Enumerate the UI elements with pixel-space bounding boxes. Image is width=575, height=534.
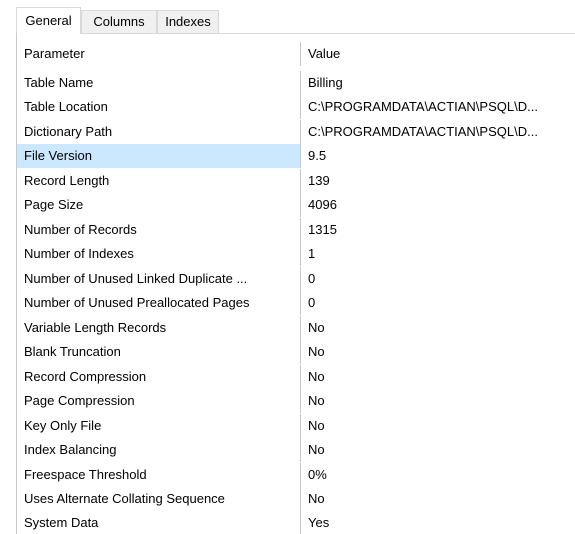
value-cell: 1315 [308,222,337,237]
value-cell: C:\PROGRAMDATA\ACTIAN\PSQL\D... [308,99,538,114]
tab-columns[interactable]: Columns [81,10,157,34]
column-header-parameter[interactable]: Parameter [17,42,301,66]
value-cell: No [308,344,325,359]
value-cell: 0 [308,295,316,310]
table-row[interactable]: Page Size 4096 [17,193,575,217]
parameter-cell: Number of Indexes [17,242,301,266]
value-cell: Yes [308,515,330,530]
value-cell: 4096 [308,197,337,212]
parameter-cell: Number of Unused Preallocated Pages [17,291,301,315]
parameter-cell: Key Only File [17,414,301,438]
value-cell: 9.5 [308,148,327,163]
value-cell: C:\PROGRAMDATA\ACTIAN\PSQL\D... [308,124,538,139]
table-row[interactable]: Table Location C:\PROGRAMDATA\ACTIAN\PSQ… [17,95,575,119]
table-row[interactable]: Index Balancing No [17,438,575,462]
parameter-cell: Dictionary Path [17,120,301,144]
tab-strip: General Columns Indexes [0,0,575,34]
parameter-cell: Number of Records [17,218,301,242]
parameter-cell: Table Location [17,95,301,119]
parameter-cell: Number of Unused Linked Duplicate ... [17,267,301,291]
table-row[interactable]: Number of Unused Preallocated Pages 0 [17,291,575,315]
parameter-cell: Freespace Threshold [17,463,301,487]
value-cell: No [308,369,325,384]
table-row[interactable]: Record Compression No [17,365,575,389]
parameter-cell: System Data [17,511,301,534]
value-cell: 0% [308,467,327,482]
value-cell: Billing [308,75,343,90]
parameter-cell: File Version [17,144,301,168]
parameter-cell: Blank Truncation [17,340,301,364]
value-cell: 139 [308,173,330,188]
table-row[interactable]: Blank Truncation No [17,340,575,364]
file-properties-panel: General Columns Indexes Parameter Value … [0,0,575,534]
parameter-cell: Variable Length Records [17,316,301,340]
column-header-value[interactable]: Value [301,42,575,66]
table-row-selected[interactable]: File Version 9.5 [17,144,575,168]
table-row[interactable]: Key Only File No [17,414,575,438]
value-cell: 1 [308,246,316,261]
tab-general[interactable]: General [16,7,81,34]
parameter-cell: Record Length [17,169,301,193]
value-cell: No [308,320,325,335]
tab-indexes[interactable]: Indexes [157,10,219,34]
parameter-cell: Record Compression [17,365,301,389]
value-cell: No [308,393,325,408]
table-row[interactable]: Page Compression No [17,389,575,413]
table-row[interactable]: System Data Yes [17,511,575,534]
value-cell: No [308,418,325,433]
parameter-cell: Page Size [17,193,301,217]
table-row[interactable]: Freespace Threshold 0% [17,463,575,487]
grid-header-row: Parameter Value [17,42,575,66]
value-cell: No [308,491,325,506]
table-row[interactable]: Dictionary Path C:\PROGRAMDATA\ACTIAN\PS… [17,120,575,144]
value-cell: No [308,442,325,457]
parameter-cell: Index Balancing [17,438,301,462]
table-row[interactable]: Record Length 139 [17,169,575,193]
parameter-cell: Table Name [17,71,301,95]
table-row[interactable]: Variable Length Records No [17,316,575,340]
value-cell: 0 [308,271,316,286]
properties-grid: Parameter Value Table Name Billing Table… [16,33,575,534]
table-row[interactable]: Number of Records 1315 [17,218,575,242]
parameter-cell: Uses Alternate Collating Sequence [17,487,301,511]
table-row[interactable]: Number of Unused Linked Duplicate ... 0 [17,267,575,291]
parameter-cell: Page Compression [17,389,301,413]
table-row[interactable]: Table Name Billing [17,71,575,95]
table-row[interactable]: Number of Indexes 1 [17,242,575,266]
table-row[interactable]: Uses Alternate Collating Sequence No [17,487,575,511]
